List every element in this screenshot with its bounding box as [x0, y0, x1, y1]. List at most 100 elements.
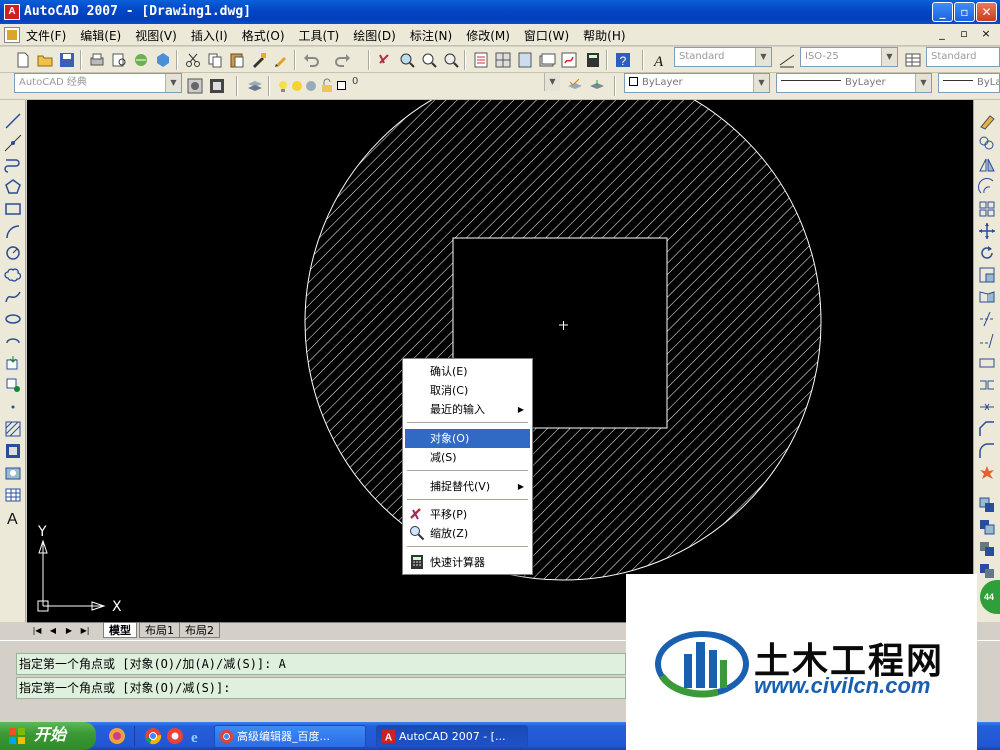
layer-lock-icon[interactable] [318, 77, 336, 95]
dim-style-icon[interactable] [778, 51, 796, 69]
spline-icon[interactable] [4, 288, 22, 306]
tab-layout2[interactable]: 布局2 [179, 623, 220, 638]
quickcalc-icon[interactable] [584, 51, 602, 69]
pan-realtime-icon[interactable] [376, 51, 394, 69]
match-properties-icon[interactable] [250, 51, 268, 69]
undo-icon[interactable] [302, 51, 320, 69]
browser-icon[interactable] [166, 727, 184, 745]
fillet-icon[interactable] [978, 442, 996, 460]
plot-preview-icon[interactable] [110, 51, 128, 69]
copy-object-icon[interactable] [978, 134, 996, 152]
chamfer-icon[interactable] [978, 420, 996, 438]
point-icon[interactable] [4, 398, 22, 416]
zoom-realtime-icon[interactable] [398, 51, 416, 69]
taskbar-item-autocad[interactable]: A AutoCAD 2007 - [... [376, 725, 528, 748]
menu-insert[interactable]: 插入(I) [191, 27, 228, 44]
draworder-back-icon[interactable] [978, 518, 996, 536]
plot-icon[interactable] [88, 51, 106, 69]
menu-item-enter[interactable]: 确认(E) [405, 362, 530, 381]
next-tab-button[interactable]: ▶ [61, 624, 77, 637]
rectangle-icon[interactable] [4, 200, 22, 218]
menu-help[interactable]: 帮助(H) [583, 27, 625, 44]
new-icon[interactable] [14, 51, 32, 69]
ellipse-arc-icon[interactable] [4, 332, 22, 350]
menu-item-subtract[interactable]: 减(S) [405, 448, 530, 467]
maximize-button[interactable]: ▫ [954, 2, 975, 22]
erase-icon[interactable] [978, 112, 996, 130]
menu-format[interactable]: 格式(O) [242, 27, 285, 44]
scale-icon[interactable] [978, 266, 996, 284]
text-style-select[interactable]: Standard ▼ [674, 47, 772, 67]
open-icon[interactable] [36, 51, 54, 69]
rotate-icon[interactable] [978, 244, 996, 262]
menu-item-pan[interactable]: 平移(P) [405, 505, 530, 524]
doc-restore-button[interactable]: ▫ [956, 27, 972, 41]
mirror-icon[interactable] [978, 156, 996, 174]
minimize-button[interactable]: _ [932, 2, 953, 22]
draworder-under-icon[interactable] [978, 562, 996, 580]
save-icon[interactable] [58, 51, 76, 69]
tab-model[interactable]: 模型 [103, 623, 137, 638]
publish-icon[interactable] [132, 51, 150, 69]
offset-icon[interactable] [978, 178, 996, 196]
copy-icon[interactable] [206, 51, 224, 69]
join-icon[interactable] [978, 398, 996, 416]
menu-tools[interactable]: 工具(T) [299, 27, 340, 44]
insert-block-icon[interactable] [4, 354, 22, 372]
break-icon[interactable] [978, 376, 996, 394]
revision-cloud-icon[interactable] [4, 266, 22, 284]
autocad-app-icon[interactable]: A [4, 4, 20, 20]
menu-view[interactable]: 视图(V) [135, 27, 177, 44]
command-prompt-line[interactable]: 指定第一个角点或 [对象(O)/减(S)]: [16, 677, 626, 699]
pinwheel-quicklaunch-icon[interactable] [108, 727, 126, 745]
explode-icon[interactable] [978, 464, 996, 482]
design-center-icon[interactable] [494, 51, 512, 69]
chrome-icon[interactable] [144, 727, 162, 745]
polyline-icon[interactable] [4, 156, 22, 174]
markup-set-icon[interactable] [560, 51, 578, 69]
multiline-text-icon[interactable]: A [4, 508, 22, 526]
menu-item-cancel[interactable]: 取消(C) [405, 381, 530, 400]
cut-icon[interactable] [184, 51, 202, 69]
menu-item-object[interactable]: 对象(O) [405, 429, 530, 448]
workspace-settings-icon[interactable] [186, 77, 204, 95]
document-icon[interactable] [4, 27, 20, 43]
menu-file[interactable]: 文件(F) [26, 27, 66, 44]
make-block-icon[interactable] [4, 376, 22, 394]
region-icon[interactable] [4, 464, 22, 482]
menu-draw[interactable]: 绘图(D) [353, 27, 396, 44]
construction-line-icon[interactable] [4, 134, 22, 152]
draworder-front-icon[interactable] [978, 496, 996, 514]
menu-item-zoom[interactable]: 缩放(Z) [405, 524, 530, 543]
properties-icon[interactable] [472, 51, 490, 69]
start-button[interactable]: 开始 [0, 722, 96, 750]
zoom-previous-icon[interactable] [442, 51, 460, 69]
table-style-select[interactable]: Standard [926, 47, 1000, 67]
draworder-above-icon[interactable] [978, 540, 996, 558]
layer-select[interactable]: 0 ▼ [348, 73, 560, 93]
menu-item-snap-overrides[interactable]: 捕捉替代(V) ▶ [405, 477, 530, 496]
text-style-icon[interactable]: A [652, 51, 670, 69]
menu-dimension[interactable]: 标注(N) [410, 27, 452, 44]
first-tab-button[interactable]: |◀ [29, 624, 45, 637]
trim-icon[interactable] [978, 310, 996, 328]
last-tab-button[interactable]: ▶| [77, 624, 93, 637]
lineweight-select[interactable]: ByLa [938, 73, 1000, 93]
extend-icon[interactable] [978, 332, 996, 350]
menu-edit[interactable]: 编辑(E) [80, 27, 121, 44]
move-icon[interactable] [978, 222, 996, 240]
stretch-icon[interactable] [978, 288, 996, 306]
redo-icon[interactable] [334, 51, 352, 69]
line-icon[interactable] [4, 112, 22, 130]
break-at-point-icon[interactable] [978, 354, 996, 372]
3d-dwf-icon[interactable] [154, 51, 172, 69]
color-select[interactable]: ByLayer ▼ [624, 73, 770, 93]
taskbar-item-browser[interactable]: 高级编辑器_百度... [214, 725, 366, 748]
ie-icon[interactable]: e [188, 727, 206, 745]
menu-window[interactable]: 窗口(W) [524, 27, 569, 44]
sheet-set-icon[interactable] [538, 51, 556, 69]
array-icon[interactable] [978, 200, 996, 218]
linetype-select[interactable]: ByLayer ▼ [776, 73, 932, 93]
gradient-icon[interactable] [4, 442, 22, 460]
zoom-window-icon[interactable] [420, 51, 438, 69]
